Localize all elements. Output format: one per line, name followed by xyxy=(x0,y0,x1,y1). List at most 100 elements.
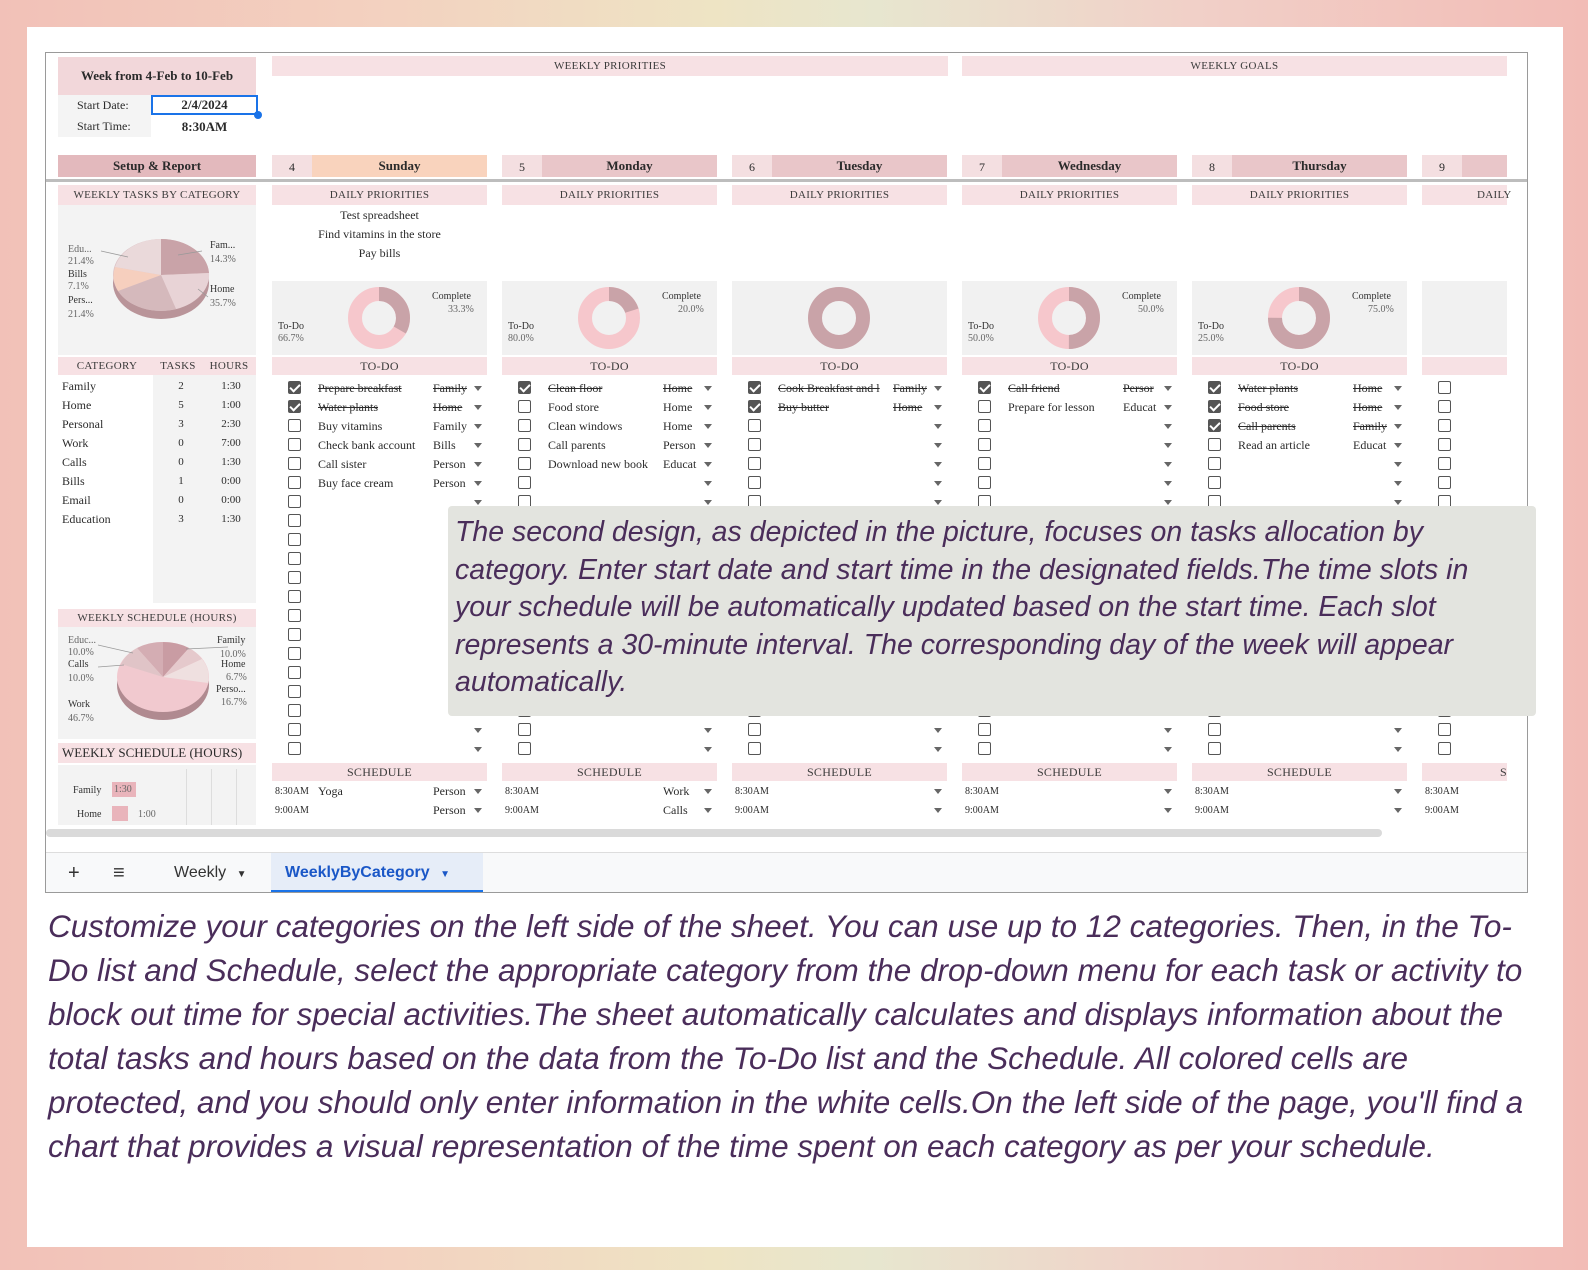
todo-category[interactable]: Home xyxy=(663,417,703,436)
todo-task[interactable]: Clean floor xyxy=(548,379,660,398)
todo-checkbox[interactable] xyxy=(288,571,301,584)
dropdown-arrow-icon[interactable] xyxy=(704,500,712,505)
dropdown-arrow-icon[interactable] xyxy=(704,747,712,752)
dropdown-arrow-icon[interactable] xyxy=(1164,462,1172,467)
dropdown-arrow-icon[interactable] xyxy=(474,386,482,391)
todo-category[interactable]: Home xyxy=(1353,398,1393,417)
dropdown-arrow-icon[interactable] xyxy=(934,462,942,467)
todo-category[interactable]: Persor xyxy=(1123,379,1163,398)
dropdown-arrow-icon[interactable] xyxy=(1164,500,1172,505)
todo-checkbox[interactable] xyxy=(1438,400,1451,413)
todo-checkbox[interactable] xyxy=(288,533,301,546)
dropdown-arrow-icon[interactable] xyxy=(704,424,712,429)
dropdown-arrow-icon[interactable] xyxy=(1394,481,1402,486)
dropdown-arrow-icon[interactable] xyxy=(934,728,942,733)
dropdown-arrow-icon[interactable] xyxy=(1164,728,1172,733)
dropdown-arrow-icon[interactable] xyxy=(1394,747,1402,752)
todo-task[interactable]: Call friend xyxy=(1008,379,1120,398)
dropdown-arrow-icon[interactable] xyxy=(1394,386,1402,391)
todo-checkbox[interactable] xyxy=(518,400,531,413)
todo-task[interactable]: Buy vitamins xyxy=(318,417,430,436)
todo-checkbox[interactable] xyxy=(518,742,531,755)
todo-checkbox[interactable] xyxy=(1438,381,1451,394)
todo-checkbox[interactable] xyxy=(288,666,301,679)
todo-checkbox[interactable] xyxy=(1438,723,1451,736)
dropdown-arrow-icon[interactable] xyxy=(934,405,942,410)
todo-task[interactable]: Food store xyxy=(1238,398,1350,417)
todo-checkbox[interactable] xyxy=(1208,381,1221,394)
tab-weeklybycategory[interactable]: WeeklyByCategory ▼ xyxy=(271,853,483,892)
todo-category[interactable]: Person xyxy=(663,436,703,455)
todo-checkbox[interactable] xyxy=(288,723,301,736)
todo-checkbox[interactable] xyxy=(748,723,761,736)
category-name[interactable]: Email xyxy=(62,491,91,510)
todo-task[interactable]: Call parents xyxy=(1238,417,1350,436)
dropdown-arrow-icon[interactable] xyxy=(1164,808,1172,813)
todo-task[interactable]: Prepare breakfast xyxy=(318,379,430,398)
todo-checkbox[interactable] xyxy=(748,438,761,451)
todo-task[interactable]: Call sister xyxy=(318,455,430,474)
schedule-category[interactable]: Person xyxy=(433,801,466,820)
todo-checkbox[interactable] xyxy=(1208,438,1221,451)
daily-priority-item[interactable]: Test spreadsheet xyxy=(272,206,487,225)
dropdown-arrow-icon[interactable] xyxy=(934,789,942,794)
todo-checkbox[interactable] xyxy=(518,476,531,489)
dropdown-arrow-icon[interactable] xyxy=(1394,500,1402,505)
dropdown-arrow-icon[interactable] xyxy=(474,728,482,733)
todo-checkbox[interactable] xyxy=(1208,400,1221,413)
todo-category[interactable]: Family xyxy=(433,379,473,398)
todo-task[interactable]: Cook Breakfast and l xyxy=(778,379,890,398)
dropdown-arrow-icon[interactable] xyxy=(474,481,482,486)
todo-checkbox[interactable] xyxy=(518,381,531,394)
todo-checkbox[interactable] xyxy=(518,419,531,432)
todo-checkbox[interactable] xyxy=(748,457,761,470)
dropdown-arrow-icon[interactable] xyxy=(1394,728,1402,733)
dropdown-arrow-icon[interactable] xyxy=(934,481,942,486)
dropdown-arrow-icon[interactable] xyxy=(934,424,942,429)
todo-checkbox[interactable] xyxy=(1438,457,1451,470)
dropdown-arrow-icon[interactable] xyxy=(1394,405,1402,410)
dropdown-arrow-icon[interactable] xyxy=(704,405,712,410)
todo-checkbox[interactable] xyxy=(288,438,301,451)
schedule-activity[interactable]: Yoga xyxy=(318,782,343,801)
todo-task[interactable]: Food store xyxy=(548,398,660,417)
dropdown-arrow-icon[interactable] xyxy=(934,386,942,391)
dropdown-arrow-icon[interactable] xyxy=(934,808,942,813)
todo-checkbox[interactable] xyxy=(288,685,301,698)
dropdown-arrow-icon[interactable] xyxy=(1164,747,1172,752)
dropdown-arrow-icon[interactable] xyxy=(704,808,712,813)
todo-checkbox[interactable] xyxy=(748,476,761,489)
dropdown-arrow-icon[interactable] xyxy=(704,728,712,733)
schedule-category[interactable]: Calls xyxy=(663,801,688,820)
todo-task[interactable]: Buy face cream xyxy=(318,474,430,493)
todo-checkbox[interactable] xyxy=(288,514,301,527)
todo-category[interactable]: Home xyxy=(663,379,703,398)
dropdown-arrow-icon[interactable] xyxy=(934,500,942,505)
todo-checkbox[interactable] xyxy=(978,419,991,432)
todo-checkbox[interactable] xyxy=(518,457,531,470)
todo-category[interactable]: Educat xyxy=(1353,436,1393,455)
todo-checkbox[interactable] xyxy=(978,400,991,413)
todo-checkbox[interactable] xyxy=(1438,476,1451,489)
category-name[interactable]: Work xyxy=(62,434,88,453)
horizontal-scrollbar[interactable] xyxy=(46,829,1382,837)
dropdown-arrow-icon[interactable] xyxy=(474,789,482,794)
todo-checkbox[interactable] xyxy=(748,419,761,432)
todo-checkbox[interactable] xyxy=(288,704,301,717)
dropdown-arrow-icon[interactable] xyxy=(1164,424,1172,429)
todo-checkbox[interactable] xyxy=(978,438,991,451)
todo-category[interactable]: Home xyxy=(433,398,473,417)
todo-task[interactable]: Call parents xyxy=(548,436,660,455)
category-name[interactable]: Calls xyxy=(62,453,87,472)
dropdown-arrow-icon[interactable] xyxy=(704,481,712,486)
start-date-cell[interactable]: 2/4/2024 xyxy=(151,95,258,115)
todo-category[interactable]: Home xyxy=(663,398,703,417)
dropdown-arrow-icon[interactable] xyxy=(704,789,712,794)
todo-checkbox[interactable] xyxy=(288,476,301,489)
todo-category[interactable]: Educat xyxy=(1123,398,1163,417)
todo-checkbox[interactable] xyxy=(748,400,761,413)
todo-task[interactable]: Water plants xyxy=(318,398,430,417)
todo-task[interactable]: Prepare for lesson xyxy=(1008,398,1120,417)
todo-task[interactable]: Check bank account xyxy=(318,436,430,455)
todo-category[interactable]: Family xyxy=(1353,417,1393,436)
